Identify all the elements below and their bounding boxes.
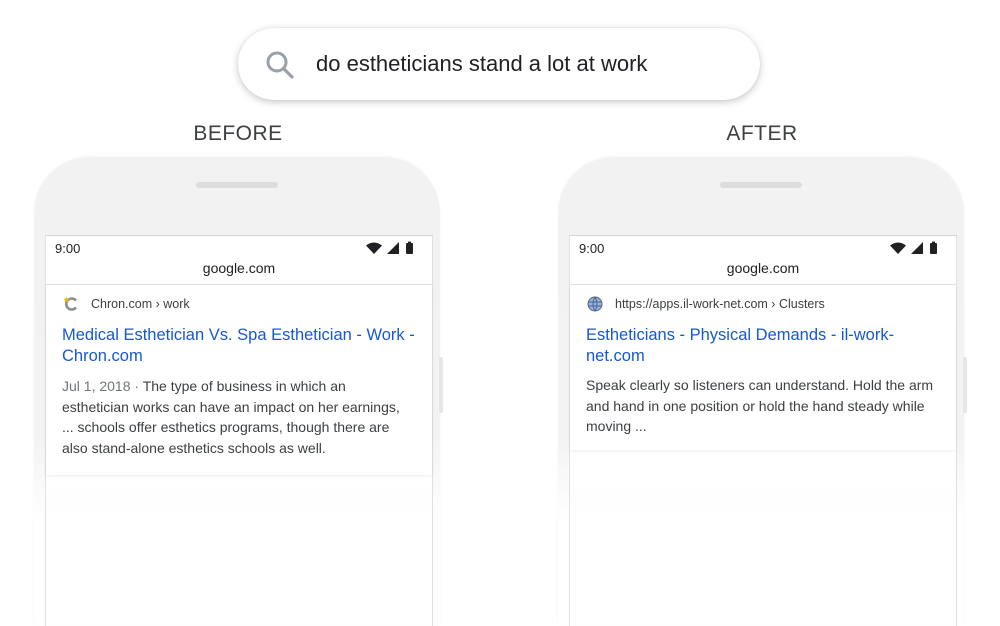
phone-after: 9:00 google.com https://apps.il-work-net… (558, 157, 967, 626)
result-title-link[interactable]: Medical Esthetician Vs. Spa Esthetician … (62, 325, 422, 367)
result-title-line[interactable]: net.com (586, 347, 645, 365)
search-result-card[interactable]: https://apps.il-work-net.com › Clusters … (570, 285, 956, 450)
url-bar[interactable]: google.com (570, 260, 956, 285)
battery-icon (406, 243, 413, 254)
search-bar[interactable]: do estheticians stand a lot at work (238, 28, 760, 100)
result-source: https://apps.il-work-net.com › Clusters (587, 296, 825, 312)
status-time: 9:00 (55, 241, 81, 256)
globe-icon (587, 296, 603, 312)
snippet-line: esthetician works can have an impact on … (62, 398, 400, 415)
status-bar: 9:00 (570, 236, 956, 260)
before-label: BEFORE (193, 122, 283, 145)
battery-icon (930, 243, 937, 254)
result-snippet: Jul 1, 2018 · The type of business in wh… (62, 376, 424, 458)
phone-speaker (196, 182, 278, 188)
result-title-link[interactable]: Estheticians - Physical Demands - il-wor… (586, 325, 946, 367)
status-icons (889, 241, 945, 260)
phone-speaker (720, 182, 802, 188)
snippet-line: Speak clearly so listeners can understan… (586, 377, 934, 393)
wifi-icon (366, 242, 382, 254)
result-breadcrumb[interactable]: https://apps.il-work-net.com › Clusters (615, 297, 825, 311)
phone-screen: 9:00 google.com https://apps.il-work-net… (569, 235, 957, 626)
snippet-line: The type of business in which an (142, 378, 346, 394)
status-icons (365, 241, 421, 260)
snippet-line: ... schools offer esthetics programs, th… (62, 419, 390, 435)
url-bar[interactable]: google.com (46, 260, 432, 285)
snippet-line: moving ... (586, 418, 647, 434)
status-bar: 9:00 (46, 236, 432, 260)
chron-favicon-icon (63, 296, 78, 311)
result-date: Jul 1, 2018 · (62, 378, 143, 394)
phone-side-button (963, 357, 967, 413)
result-title-line[interactable]: Chron.com (62, 347, 143, 365)
result-source: Chron.com › work (63, 296, 190, 312)
result-title-line[interactable]: Estheticians - Physical Demands - il-wor… (586, 326, 894, 344)
result-title-line[interactable]: Medical Esthetician Vs. Spa Esthetician … (62, 326, 415, 344)
phone-side-button (439, 357, 443, 413)
phone-before: 9:00 google.com Chron.com › work Medical… (34, 157, 443, 626)
wifi-icon (890, 242, 906, 254)
status-time: 9:00 (579, 241, 605, 256)
search-result-card[interactable]: Chron.com › work Medical Esthetician Vs.… (46, 285, 432, 475)
signal-icon (387, 242, 399, 254)
search-icon (266, 51, 294, 79)
search-query[interactable]: do estheticians stand a lot at work (316, 51, 647, 77)
snippet-line: also stand-alone esthetics schools as we… (62, 439, 326, 456)
result-snippet: Speak clearly so listeners can understan… (586, 375, 948, 437)
phone-screen: 9:00 google.com Chron.com › work Medical… (45, 235, 433, 626)
snippet-line: and hand in one position or hold the han… (586, 397, 925, 414)
result-breadcrumb[interactable]: Chron.com › work (91, 297, 190, 311)
signal-icon (911, 242, 923, 254)
after-label: AFTER (726, 122, 798, 145)
